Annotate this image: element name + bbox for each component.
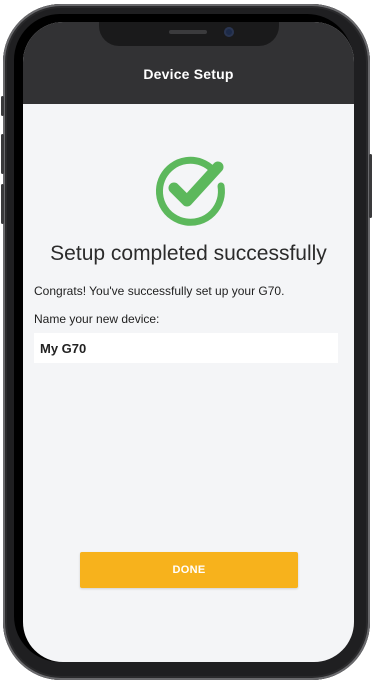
success-heading: Setup completed successfully — [50, 242, 327, 265]
speaker-grille — [169, 30, 207, 34]
mute-switch — [1, 96, 4, 116]
volume-up-button — [1, 134, 4, 174]
notch — [99, 22, 279, 46]
front-camera-icon — [224, 27, 234, 37]
checkmark-circle-icon — [155, 156, 225, 226]
success-message: Congrats! You've successfully set up you… — [34, 284, 285, 298]
navigation-bar: Device Setup — [23, 22, 354, 104]
volume-down-button — [1, 184, 4, 224]
power-button — [369, 154, 372, 218]
device-name-label: Name your new device: — [34, 312, 160, 326]
device-name-input[interactable] — [34, 333, 338, 363]
page-title: Device Setup — [143, 66, 234, 82]
done-button[interactable]: DONE — [80, 552, 298, 588]
app-screen: Device Setup Setup completed successfull… — [23, 22, 354, 662]
